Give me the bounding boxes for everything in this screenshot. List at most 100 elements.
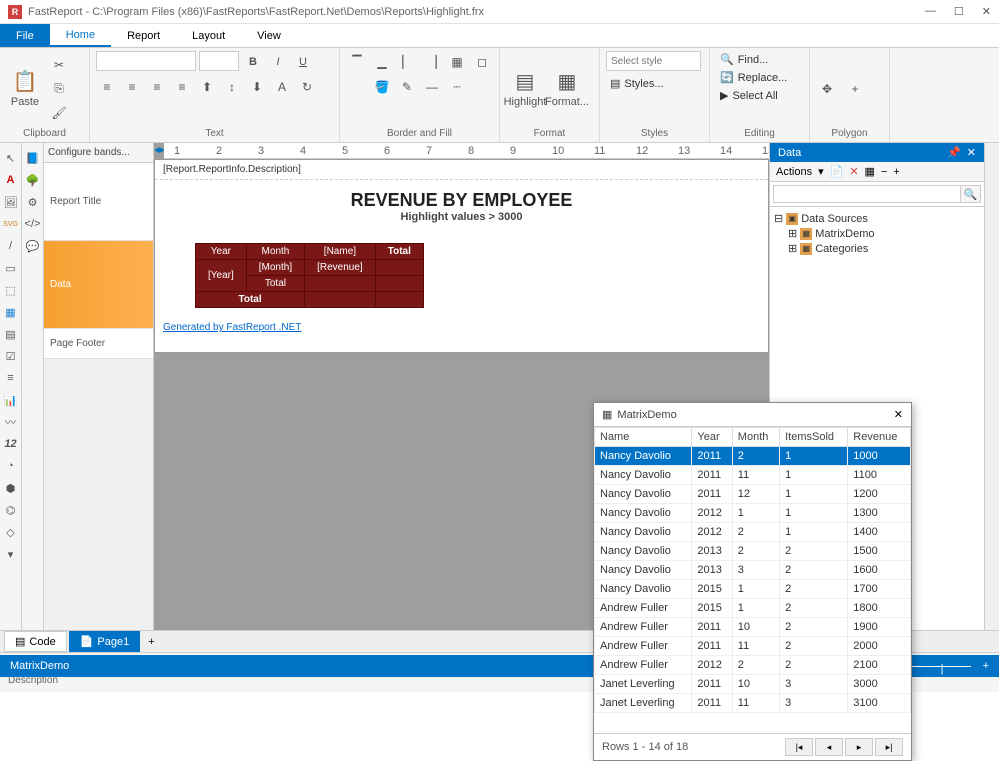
polygon-add-button[interactable]: + xyxy=(844,78,866,100)
column-header[interactable]: ItemsSold xyxy=(780,428,848,447)
paste-button[interactable]: 📋 Paste xyxy=(6,65,44,113)
align-left-button[interactable]: ≡ xyxy=(96,76,118,98)
table-row[interactable]: Andrew Fuller20111021900 xyxy=(595,618,911,637)
first-page-button[interactable]: |◂ xyxy=(785,738,813,756)
table-row[interactable]: Janet Leverling20111133100 xyxy=(595,694,911,713)
highlight-button[interactable]: ▤ Highlight xyxy=(506,65,544,113)
matrix-object[interactable]: YearMonth[Name]Total [Year][Month][Reven… xyxy=(195,243,424,308)
column-header[interactable]: Year xyxy=(692,428,732,447)
brush-button[interactable]: 🖌 xyxy=(48,102,70,124)
tab-page1[interactable]: 📄Page1 xyxy=(69,631,141,652)
svg-tool[interactable]: SVG xyxy=(2,215,20,233)
italic-button[interactable]: I xyxy=(267,51,289,73)
next-page-button[interactable]: ▸ xyxy=(845,738,873,756)
find-button[interactable]: 🔍Find... xyxy=(716,51,772,68)
replace-button[interactable]: 🔄Replace... xyxy=(716,69,791,86)
styles-button[interactable]: ▤Styles... xyxy=(606,75,668,92)
copy-button[interactable]: ⎘ xyxy=(48,78,70,100)
underline-button[interactable]: U xyxy=(292,51,314,73)
chart-tool[interactable]: 📊 xyxy=(2,391,20,409)
line-tool[interactable]: / xyxy=(2,237,20,255)
collapse-button[interactable]: − xyxy=(881,166,887,178)
popup-close-button[interactable]: ✕ xyxy=(894,408,903,421)
table-tool[interactable]: ▦ xyxy=(2,303,20,321)
more-tool[interactable]: ▾ xyxy=(2,545,20,563)
close-button[interactable]: ✕ xyxy=(982,5,991,18)
gauge-tool[interactable]: ◔ xyxy=(2,457,20,475)
minimize-button[interactable]: — xyxy=(925,5,936,18)
table-row[interactable]: Nancy Davolio20111211200 xyxy=(595,485,911,504)
table-row[interactable]: Andrew Fuller2012222100 xyxy=(595,656,911,675)
text-tool[interactable]: A xyxy=(2,171,20,189)
expand-button[interactable]: + xyxy=(893,166,899,178)
table-row[interactable]: Andrew Fuller20111122000 xyxy=(595,637,911,656)
column-header[interactable]: Month xyxy=(732,428,779,447)
menu-home[interactable]: Home xyxy=(50,24,111,47)
add-tab-button[interactable]: + xyxy=(142,636,160,648)
maximize-button[interactable]: ☐ xyxy=(954,5,964,18)
prev-page-button[interactable]: ◂ xyxy=(815,738,843,756)
band-data[interactable]: Data xyxy=(44,241,153,329)
line-style-button[interactable]: ┄ xyxy=(446,76,468,98)
tab-code[interactable]: ▤Code xyxy=(4,631,67,652)
panel-close-icon[interactable]: ✕ xyxy=(967,146,976,159)
table-row[interactable]: Nancy Davolio2015121700 xyxy=(595,580,911,599)
tree-tool[interactable]: 🌳 xyxy=(24,171,42,189)
picture-tool[interactable]: 🖼 xyxy=(2,193,20,211)
actions-menu[interactable]: Actions xyxy=(776,166,812,178)
richtext-tool[interactable]: ≡ xyxy=(2,369,20,387)
border-top-button[interactable]: ▔ xyxy=(346,51,368,73)
table-row[interactable]: Andrew Fuller2015121800 xyxy=(595,599,911,618)
style-select[interactable] xyxy=(606,51,701,71)
font-family-input[interactable] xyxy=(96,51,196,71)
data-search-input[interactable] xyxy=(773,185,961,203)
table-row[interactable]: Nancy Davolio2013221500 xyxy=(595,542,911,561)
polygon-move-button[interactable]: ✥ xyxy=(816,78,838,100)
format-button[interactable]: ▦ Format... xyxy=(548,65,586,113)
digital-tool[interactable]: ⌬ xyxy=(2,501,20,519)
column-header[interactable]: Revenue xyxy=(848,428,911,447)
border-bot-button[interactable]: ▁ xyxy=(371,51,393,73)
pointer-tool[interactable]: ↖ xyxy=(2,149,20,167)
table-row[interactable]: Nancy Davolio2012211400 xyxy=(595,523,911,542)
valign-mid-button[interactable]: ↕ xyxy=(221,76,243,98)
view-data-button[interactable]: ▦ xyxy=(865,165,875,178)
line-width-button[interactable]: — xyxy=(421,76,443,98)
msg-tool[interactable]: 💬 xyxy=(24,237,42,255)
table-row[interactable]: Nancy Davolio2012111300 xyxy=(595,504,911,523)
table-row[interactable]: Janet Leverling20111033000 xyxy=(595,675,911,694)
menu-file[interactable]: File xyxy=(0,24,50,47)
valign-top-button[interactable]: ⬆ xyxy=(196,76,218,98)
rotate-button[interactable]: ↻ xyxy=(296,76,318,98)
delete-datasource-button[interactable]: ✕ xyxy=(849,165,858,178)
zoom-slider[interactable]: | xyxy=(911,666,971,667)
menu-view[interactable]: View xyxy=(241,24,297,47)
cellular-tool[interactable]: 12 xyxy=(2,435,20,453)
align-justify-button[interactable]: ≡ xyxy=(171,76,193,98)
generated-by-link[interactable]: Generated by FastReport .NET xyxy=(155,318,768,337)
barcode-tool[interactable]: ⬚ xyxy=(2,281,20,299)
report-description-field[interactable]: [Report.ReportInfo.Description] xyxy=(155,160,768,180)
pin-icon[interactable]: 📌 xyxy=(947,146,961,159)
fill-color-button[interactable]: 🪣 xyxy=(371,76,393,98)
menu-layout[interactable]: Layout xyxy=(176,24,241,47)
data-grid-table[interactable]: NameYearMonthItemsSoldRevenue Nancy Davo… xyxy=(594,427,911,713)
data-sources-tree[interactable]: ⊟▣Data Sources ⊞▦MatrixDemo ⊞▦Categories xyxy=(770,207,984,260)
dict-tool[interactable]: 📘 xyxy=(24,149,42,167)
border-right-button[interactable]: ▕ xyxy=(421,51,443,73)
prop-tool[interactable]: ⚙ xyxy=(24,193,42,211)
configure-bands-button[interactable]: Configure bands... xyxy=(44,143,153,163)
shape-tool[interactable]: ▭ xyxy=(2,259,20,277)
border-left-button[interactable]: ▏ xyxy=(396,51,418,73)
code-tool[interactable]: </> xyxy=(24,215,42,233)
menu-report[interactable]: Report xyxy=(111,24,176,47)
matrix-tool[interactable]: ▤ xyxy=(2,325,20,343)
select-all-button[interactable]: ▶Select All xyxy=(716,87,782,104)
checkbox-tool[interactable]: ☑ xyxy=(2,347,20,365)
table-row[interactable]: Nancy Davolio2011211000 xyxy=(595,447,911,466)
border-none-button[interactable]: ◻ xyxy=(471,51,493,73)
align-center-button[interactable]: ≡ xyxy=(121,76,143,98)
bold-button[interactable]: B xyxy=(242,51,264,73)
map-tool[interactable]: ⬢ xyxy=(2,479,20,497)
sparkline-tool[interactable]: 〰 xyxy=(2,413,20,431)
